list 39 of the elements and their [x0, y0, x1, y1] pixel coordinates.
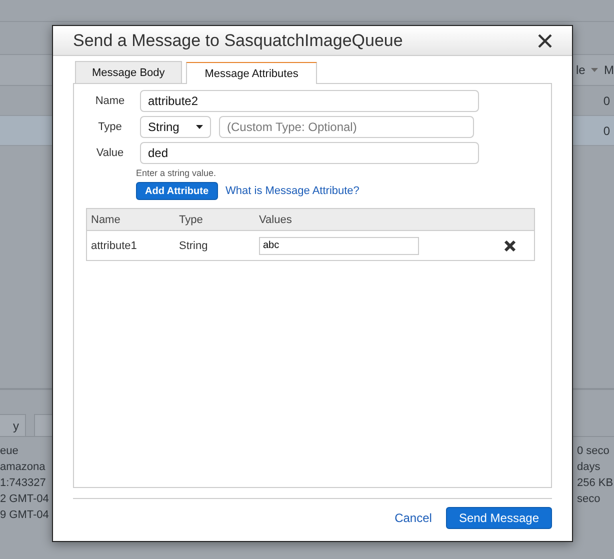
- detail-value: 1:743327: [0, 477, 47, 489]
- column-header: Name: [91, 214, 122, 226]
- type-dropdown[interactable]: String: [140, 116, 211, 138]
- value-input[interactable]: abc: [259, 236, 419, 254]
- detail-value: 2 GMT-04: [0, 493, 50, 505]
- dialog-title: Send a Message to SasquatchImageQueue: [73, 30, 403, 50]
- detail-value: days: [577, 461, 602, 473]
- cancel-link[interactable]: Cancel: [394, 511, 432, 525]
- table-cell-text: String: [179, 240, 209, 252]
- close-icon[interactable]: [538, 34, 552, 48]
- table-cell: 0: [603, 124, 610, 138]
- detail-value: 9 GMT-04: [0, 509, 50, 521]
- column-header: Values: [259, 214, 293, 226]
- name-field[interactable]: attribute2: [140, 90, 479, 112]
- detail-value: 0 seco: [577, 445, 610, 457]
- detail-value: amazona: [0, 461, 46, 473]
- column-header: Type: [179, 214, 204, 226]
- send-message-button[interactable]: Send Message: [446, 507, 552, 529]
- add-attribute-button[interactable]: Add Attribute: [136, 182, 218, 200]
- hint-text: Enter a string value.: [136, 168, 218, 178]
- help-link[interactable]: What is Message Attribute?: [226, 185, 360, 197]
- caret-icon: [591, 68, 598, 72]
- tab[interactable]: y: [0, 414, 26, 436]
- tab[interactable]: Message Body: [75, 61, 182, 83]
- field-label: Type: [97, 121, 123, 133]
- tab[interactable]: Message Attributes: [186, 62, 318, 84]
- column-header[interactable]: le: [576, 63, 586, 77]
- detail-value: eue: [0, 445, 20, 457]
- column-header[interactable]: M: [604, 63, 614, 77]
- field-label: Name: [94, 95, 126, 107]
- table-cell-text: attribute1: [91, 240, 138, 252]
- custom-type-field[interactable]: (Custom Type: Optional): [219, 116, 474, 138]
- caret-icon: [196, 125, 203, 129]
- detail-value: 256 KB: [577, 477, 614, 489]
- field-label: Value: [95, 147, 125, 159]
- value-field[interactable]: ded: [140, 142, 479, 164]
- table-cell: 0: [603, 94, 610, 108]
- detail-value: seco: [577, 493, 602, 505]
- delete-icon[interactable]: [504, 240, 516, 252]
